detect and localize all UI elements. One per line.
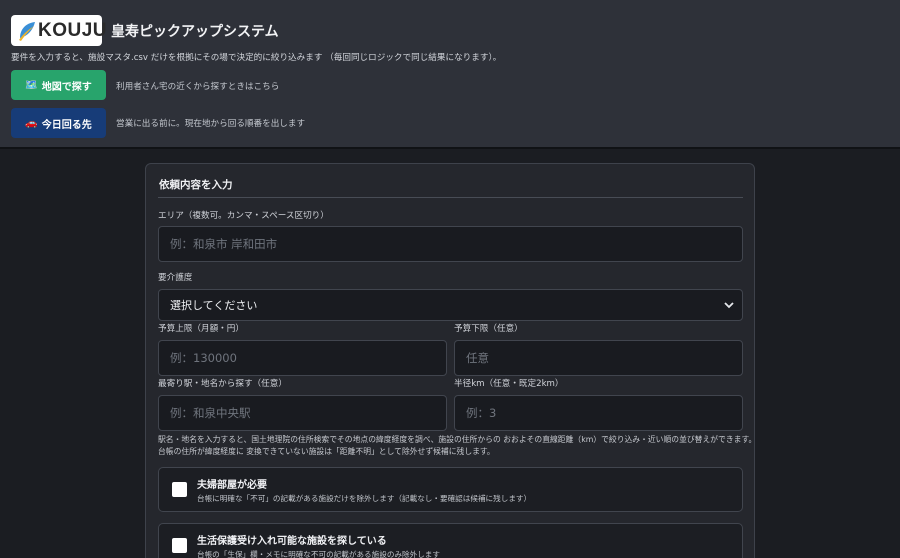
map-search-hint: 利用者さん宅の近くから探すときはこちら [116, 82, 280, 92]
map-search-button[interactable]: 🗺️ 地図で探す [11, 70, 106, 100]
form-title: 依頼内容を入力 [159, 179, 233, 191]
app-header: KOUJU 皇寿ピックアップシステム 要件を入力すると、施設マスタ.csv だけ… [0, 0, 900, 149]
today-route-hint: 営業に出る前に。現在地から回る順番を出します [116, 119, 306, 129]
today-route-label: 今日回る先 [41, 119, 92, 131]
area-label: エリア（複数可。カンマ・スペース区切り） [158, 211, 329, 221]
station-input[interactable] [158, 395, 447, 431]
lead-text: 要件を入力すると、施設マスタ.csv だけを根拠にその場で決定的に絞り込みます … [11, 53, 502, 63]
couple-room-desc: 台帳に明確な「不可」の記載がある施設だけを除外します（記載なし・要確認は候補に残… [197, 494, 532, 503]
budget-min-input[interactable] [454, 340, 743, 376]
welfare-title: 生活保護受け入れ可能な施設を探している [197, 536, 387, 547]
radius-label: 半径km（任意・既定2km） [454, 379, 564, 389]
app-title: 皇寿ピックアップシステム [111, 24, 279, 40]
care-level-selected: 選択してください [170, 299, 258, 312]
care-level-select[interactable]: 選択してください [158, 289, 743, 321]
welfare-option[interactable]: 生活保護受け入れ可能な施設を探している 台帳の「生保」欄・メモに明確な不可の記載… [158, 523, 743, 558]
map-icon: 🗺️ [25, 79, 38, 91]
budget-max-input[interactable] [158, 340, 447, 376]
chevron-down-icon [724, 302, 734, 309]
couple-room-checkbox[interactable] [172, 482, 187, 497]
couple-room-option[interactable]: 夫婦部屋が必要 台帳に明確な「不可」の記載がある施設だけを除外します（記載なし・… [158, 467, 743, 512]
budget-min-label: 予算下限（任意） [454, 324, 523, 334]
logo-text: KOUJU [38, 19, 108, 41]
request-form-panel: 依頼内容を入力 エリア（複数可。カンマ・スペース区切り） 要介護度 選択してくだ… [145, 163, 757, 558]
distance-note: 駅名・地名を入力すると、国土地理院の住所検索でその地点の緯度経度を調べ、施設の住… [158, 435, 757, 456]
leaf-logo-icon [19, 21, 35, 41]
care-level-label: 要介護度 [158, 273, 193, 283]
car-icon: 🚗 [25, 117, 38, 129]
welfare-checkbox[interactable] [172, 538, 187, 553]
today-route-button[interactable]: 🚗 今日回る先 [11, 108, 106, 138]
budget-max-label: 予算上限（月額・円） [158, 324, 244, 334]
kouju-logo[interactable]: KOUJU [11, 15, 107, 46]
couple-room-title: 夫婦部屋が必要 [197, 480, 267, 491]
map-search-label: 地図で探す [41, 81, 92, 93]
form-divider [158, 197, 743, 198]
radius-input[interactable] [454, 395, 743, 431]
station-label: 最寄り駅・地名から探す（任意） [158, 379, 287, 389]
welfare-desc: 台帳の「生保」欄・メモに明確な不可の記載がある施設のみ除外します [197, 550, 440, 558]
area-input[interactable] [158, 226, 743, 262]
